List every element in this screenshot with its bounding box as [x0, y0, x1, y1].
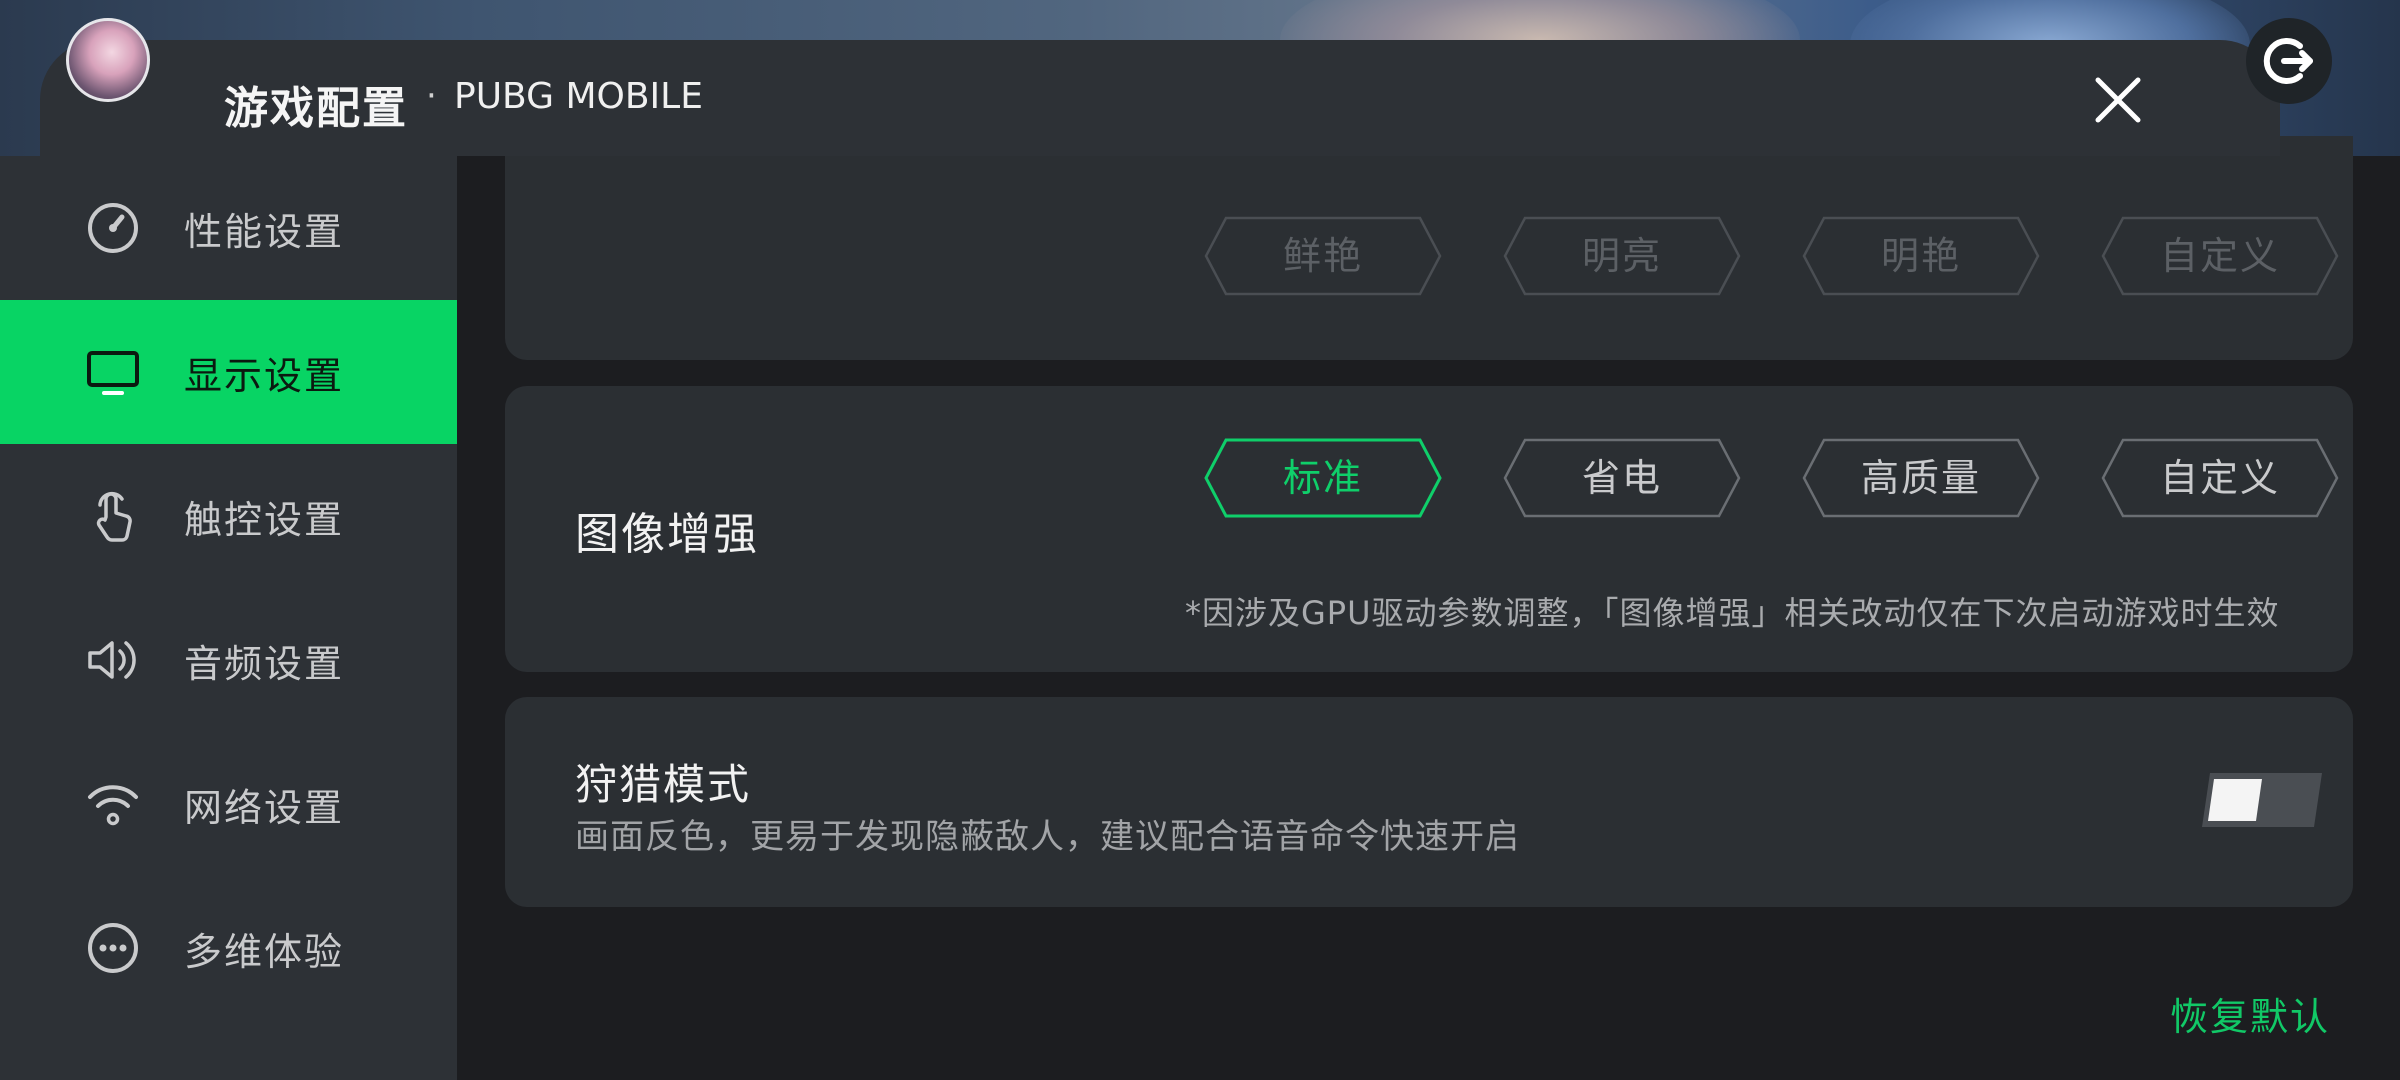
exit-button[interactable]: [2246, 18, 2332, 104]
enhance-option-power-save[interactable]: 省电: [1503, 438, 1741, 518]
option-label: 鲜艳: [1282, 234, 1363, 278]
image-enhance-title: 图像增强: [575, 509, 759, 560]
sidebar: 性能设置 显示设置 触控设置 音频设置 网络设置 多维体验: [0, 156, 457, 1080]
color-option-brilliant[interactable]: 明艳: [1802, 216, 2040, 296]
option-label: 自定义: [2159, 234, 2280, 278]
enhance-option-custom[interactable]: 自定义: [2101, 438, 2339, 518]
option-label: 明艳: [1880, 234, 1961, 278]
game-name: PUBG MOBILE: [454, 76, 703, 117]
exit-icon: [2263, 38, 2313, 84]
restore-default-button[interactable]: 恢复默认: [2170, 986, 2330, 1041]
sidebar-item-label: 触控设置: [184, 497, 345, 542]
close-icon: [2095, 77, 2141, 123]
option-label: 自定义: [2159, 456, 2280, 500]
close-button[interactable]: [2090, 72, 2146, 128]
more-dots-icon: [88, 923, 138, 973]
sidebar-item-label: 显示设置: [184, 353, 345, 398]
sidebar-item-performance[interactable]: 性能设置: [0, 156, 457, 300]
avatar[interactable]: [66, 18, 150, 102]
color-option-custom[interactable]: 自定义: [2101, 216, 2339, 296]
touch-hand-icon: [96, 491, 132, 542]
option-label: 明亮: [1581, 234, 1662, 278]
option-label: 高质量: [1860, 456, 1981, 500]
enhance-option-high-quality[interactable]: 高质量: [1802, 438, 2040, 518]
sidebar-item-label: 网络设置: [184, 785, 345, 830]
sidebar-item-label: 音频设置: [184, 641, 345, 686]
color-option-bright[interactable]: 明亮: [1503, 216, 1741, 296]
monitor-icon: [87, 351, 139, 395]
color-option-vivid[interactable]: 鲜艳: [1204, 216, 1442, 296]
sidebar-item-network[interactable]: 网络设置: [0, 732, 457, 876]
speaker-icon: [88, 641, 136, 679]
image-enhance-note: *因涉及GPU驱动参数调整，「图像增强」相关改动仅在下次启动游戏时生效: [1185, 594, 2280, 632]
wifi-icon: [88, 785, 138, 826]
speedometer-icon: [88, 203, 138, 253]
sidebar-item-touch[interactable]: 触控设置: [0, 444, 457, 588]
image-enhance-card: 图像增强 标准 省电 高质量 自定义 *因涉及GPU驱动参数调整，「图像增强」相…: [505, 386, 2353, 672]
color-mode-card: 鲜艳 明亮 明艳 自定义: [505, 136, 2353, 360]
enhance-option-standard[interactable]: 标准: [1204, 438, 1442, 518]
sidebar-item-audio[interactable]: 音频设置: [0, 588, 457, 732]
sidebar-item-display[interactable]: 显示设置: [0, 300, 457, 444]
hunt-mode-toggle[interactable]: [2200, 771, 2324, 829]
page-title: 游戏配置: [224, 83, 408, 134]
hunt-mode-title: 狩猎模式: [575, 760, 752, 809]
option-label: 标准: [1282, 456, 1363, 500]
title-separator: ·: [426, 76, 437, 116]
sidebar-item-label: 多维体验: [184, 929, 345, 974]
sidebar-item-experience[interactable]: 多维体验: [0, 876, 457, 1020]
settings-content: 鲜艳 明亮 明艳 自定义 图像增强 标准 省电 高质量 自定义 *因涉及GPU驱…: [457, 136, 2400, 1080]
hunt-mode-description: 画面反色，更易于发现隐蔽敌人，建议配合语音命令快速开启: [575, 817, 1520, 857]
sidebar-item-label: 性能设置: [184, 209, 345, 254]
hunt-mode-card: 狩猎模式 画面反色，更易于发现隐蔽敌人，建议配合语音命令快速开启: [505, 697, 2353, 907]
option-label: 省电: [1581, 456, 1662, 500]
